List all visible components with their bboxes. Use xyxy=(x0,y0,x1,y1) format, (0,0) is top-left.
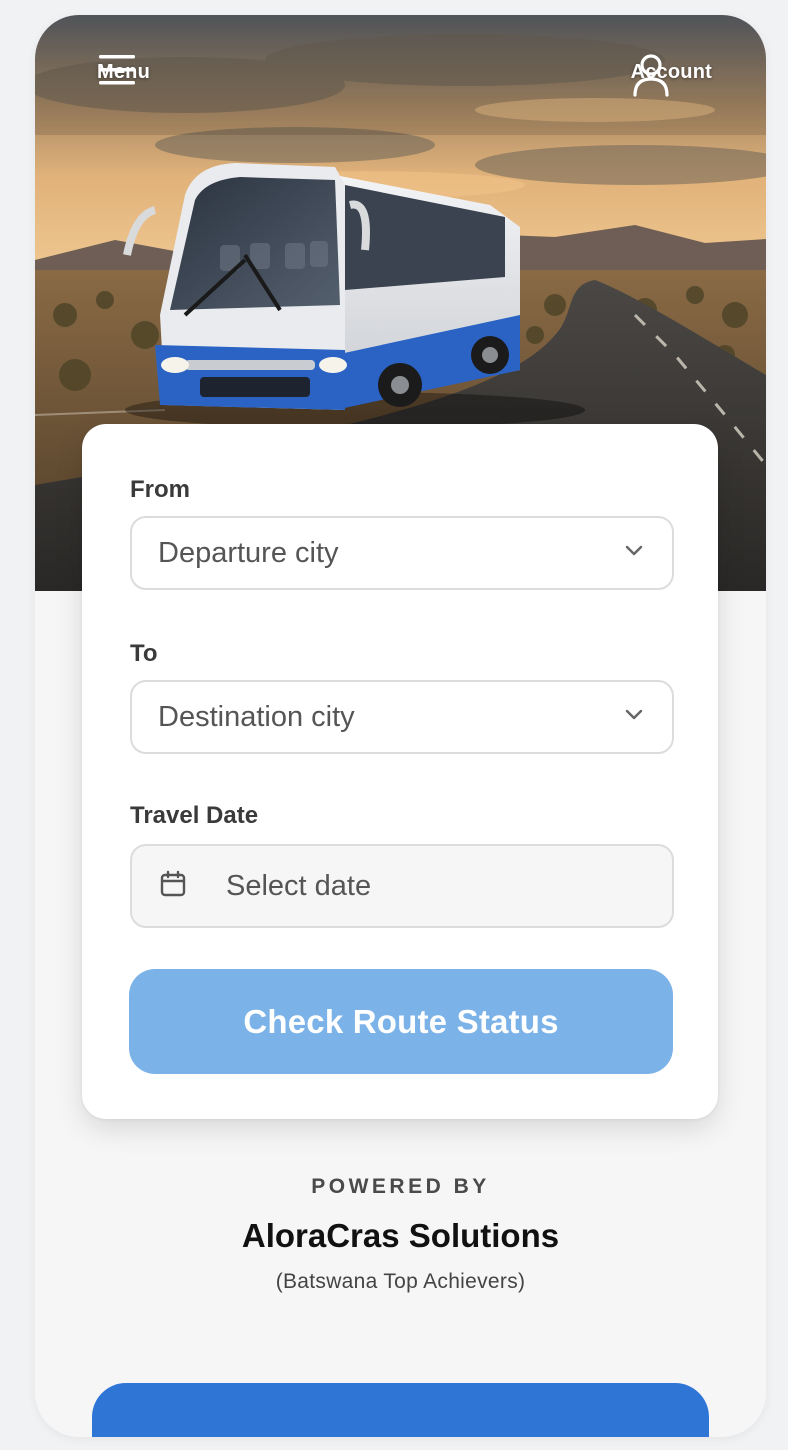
chevron-down-icon xyxy=(624,708,644,727)
chevron-down-icon xyxy=(624,544,644,563)
calendar-icon xyxy=(160,870,186,903)
from-value: Departure city xyxy=(158,536,339,569)
from-label: From xyxy=(130,476,190,503)
company-tagline: (Batswana Top Achievers) xyxy=(275,1270,526,1293)
to-select[interactable]: Destination city xyxy=(130,680,674,754)
menu-button[interactable]: Menu xyxy=(97,53,150,85)
app-screen: Menu Account From Departure city To Dest… xyxy=(35,15,766,1437)
route-search-card: From Departure city To Destination city … xyxy=(82,424,718,1119)
travel-date-label: Travel Date xyxy=(130,802,259,829)
to-value: Destination city xyxy=(158,700,355,733)
bottom-action-button[interactable] xyxy=(92,1383,709,1437)
to-label: To xyxy=(130,640,158,667)
check-route-status-button[interactable]: Check Route Status xyxy=(129,969,673,1074)
account-button[interactable]: Account xyxy=(631,53,712,97)
powered-by-label: POWERED BY xyxy=(311,1175,490,1198)
from-select[interactable]: Departure city xyxy=(130,516,674,590)
travel-date-input[interactable]: Select date xyxy=(130,844,674,928)
company-name: AloraCras Solutions xyxy=(241,1217,560,1254)
date-placeholder: Select date xyxy=(226,869,372,902)
